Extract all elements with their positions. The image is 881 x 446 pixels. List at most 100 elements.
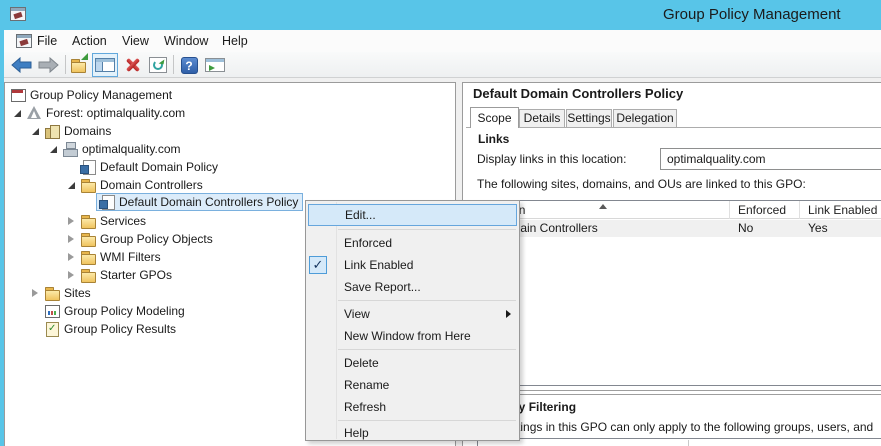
expander-collapsed-icon[interactable] bbox=[28, 286, 42, 300]
expander-collapsed-icon[interactable] bbox=[64, 232, 78, 246]
menu-item-rename[interactable]: Rename bbox=[308, 374, 517, 396]
column-divider[interactable] bbox=[729, 201, 730, 219]
tree-selection: Default Domain Controllers Policy bbox=[96, 193, 303, 211]
menu-item-link-enabled[interactable]: Link Enabled bbox=[308, 254, 517, 276]
menu-item-edit[interactable]: Edit... bbox=[308, 204, 517, 226]
menu-item-new-window-from-here[interactable]: New Window from Here bbox=[308, 325, 517, 347]
toolbar bbox=[4, 52, 881, 78]
export-list-icon bbox=[205, 58, 225, 72]
tree-item-default-domain-policy[interactable]: Default Domain Policy bbox=[80, 158, 218, 176]
menu-window[interactable]: Window bbox=[160, 33, 212, 50]
export-list-button[interactable] bbox=[203, 54, 227, 76]
column-link-enabled[interactable]: Link Enabled bbox=[808, 203, 877, 217]
expander-collapsed-icon[interactable] bbox=[64, 214, 78, 228]
table-header[interactable]: Location Enforced Link Enabled bbox=[475, 201, 881, 219]
linked-locations-table: Location Enforced Link Enabled Domain Co… bbox=[474, 200, 881, 386]
menu-help[interactable]: Help bbox=[218, 33, 252, 50]
group-policy-management-window: Group Policy Management File Action View… bbox=[0, 0, 881, 446]
tree-item-group-policy-modeling[interactable]: Group Policy Modeling bbox=[44, 302, 185, 320]
folder-icon bbox=[80, 177, 96, 193]
tree-item-domain-optimalquality[interactable]: optimalquality.com bbox=[46, 140, 180, 158]
checkmark-icon bbox=[309, 256, 327, 274]
tab-scope[interactable]: Scope bbox=[470, 107, 519, 128]
expander-expanded-icon[interactable] bbox=[64, 178, 78, 192]
menu-file[interactable]: File bbox=[33, 33, 61, 50]
gpo-icon bbox=[99, 194, 115, 210]
tab-settings[interactable]: Settings bbox=[566, 109, 612, 127]
tree-item-wmi-filters[interactable]: WMI Filters bbox=[64, 248, 161, 266]
tab-details[interactable]: Details bbox=[519, 109, 565, 127]
delete-button[interactable] bbox=[121, 54, 145, 76]
section-splitter[interactable] bbox=[466, 390, 881, 395]
folder-icon bbox=[80, 213, 96, 229]
menubar: File Action View Window Help bbox=[4, 30, 881, 52]
forward-icon bbox=[37, 57, 59, 73]
up-one-level-icon bbox=[70, 57, 86, 73]
menu-item-save-report[interactable]: Save Report... bbox=[308, 276, 517, 298]
expander-collapsed-icon[interactable] bbox=[64, 250, 78, 264]
tree-item-group-policy-management[interactable]: Group Policy Management bbox=[10, 86, 172, 104]
context-menu: Edit... Enforced Link Enabled Save Repor… bbox=[305, 200, 520, 441]
location-combobox[interactable]: optimalquality.com bbox=[660, 148, 881, 170]
back-button[interactable] bbox=[10, 54, 34, 76]
links-heading: Links bbox=[478, 132, 509, 146]
menu-item-refresh[interactable]: Refresh bbox=[308, 396, 517, 418]
column-divider bbox=[688, 440, 689, 446]
table-row[interactable]: Domain Controllers No Yes bbox=[475, 220, 881, 237]
toolbar-separator bbox=[65, 55, 66, 74]
folder-icon bbox=[44, 285, 60, 301]
expander-expanded-icon[interactable] bbox=[28, 124, 42, 138]
display-links-label: Display links in this location: bbox=[477, 152, 626, 166]
menu-action[interactable]: Action bbox=[68, 33, 111, 50]
menu-item-enforced[interactable]: Enforced bbox=[308, 232, 517, 254]
tree-item-services[interactable]: Services bbox=[64, 212, 146, 230]
mmc-console-icon bbox=[10, 7, 26, 21]
menu-item-help[interactable]: Help bbox=[308, 422, 517, 444]
tree-item-domain-controllers[interactable]: Domain Controllers bbox=[64, 176, 203, 194]
folder-icon bbox=[80, 249, 96, 265]
linked-gpo-caption: The following sites, domains, and OUs ar… bbox=[477, 177, 806, 191]
refresh-icon bbox=[149, 57, 167, 73]
menu-separator bbox=[338, 420, 516, 421]
delete-icon bbox=[124, 56, 142, 74]
expander-expanded-icon[interactable] bbox=[46, 142, 60, 156]
gpo-pane-title: Default Domain Controllers Policy bbox=[473, 86, 683, 101]
expander-expanded-icon[interactable] bbox=[10, 106, 24, 120]
sort-ascending-icon bbox=[599, 204, 607, 209]
tree-item-group-policy-results[interactable]: Group Policy Results bbox=[44, 320, 176, 338]
help-button[interactable] bbox=[177, 54, 201, 76]
tab-page-border bbox=[466, 127, 881, 128]
column-divider[interactable] bbox=[799, 201, 800, 219]
up-one-level-button[interactable] bbox=[68, 54, 92, 76]
cell-enforced: No bbox=[738, 221, 753, 235]
tree-item-group-policy-objects[interactable]: Group Policy Objects bbox=[64, 230, 213, 248]
menu-item-delete[interactable]: Delete bbox=[308, 352, 517, 374]
menu-item-view[interactable]: View bbox=[308, 303, 517, 325]
tree-item-domains[interactable]: Domains bbox=[28, 122, 111, 140]
expander-collapsed-icon[interactable] bbox=[64, 268, 78, 282]
results-icon bbox=[44, 321, 60, 337]
tab-delegation[interactable]: Delegation bbox=[613, 109, 677, 127]
menu-separator bbox=[338, 349, 516, 350]
column-enforced[interactable]: Enforced bbox=[738, 203, 786, 217]
refresh-button[interactable] bbox=[146, 54, 170, 76]
cell-link-enabled: Yes bbox=[808, 221, 828, 235]
menu-view[interactable]: View bbox=[118, 33, 153, 50]
menu-separator bbox=[338, 229, 516, 230]
tree-item-forest[interactable]: Forest: optimalquality.com bbox=[10, 104, 185, 122]
security-filtering-list bbox=[477, 438, 881, 446]
tree-item-starter-gpos[interactable]: Starter GPOs bbox=[64, 266, 172, 284]
help-icon bbox=[181, 57, 198, 74]
menu-separator bbox=[338, 300, 516, 301]
forward-button[interactable] bbox=[36, 54, 60, 76]
window-title: Group Policy Management bbox=[663, 6, 841, 23]
modeling-icon bbox=[44, 303, 60, 319]
console-icon bbox=[10, 87, 26, 103]
show-console-tree-button[interactable] bbox=[92, 53, 118, 77]
mmc-console-icon-small[interactable] bbox=[16, 34, 32, 48]
folder-icon bbox=[80, 267, 96, 283]
tree-item-sites[interactable]: Sites bbox=[28, 284, 91, 302]
titlebar: Group Policy Management bbox=[0, 0, 881, 30]
folder-icon bbox=[80, 231, 96, 247]
tree-item-default-domain-controllers-policy[interactable]: Default Domain Controllers Policy bbox=[96, 193, 303, 211]
